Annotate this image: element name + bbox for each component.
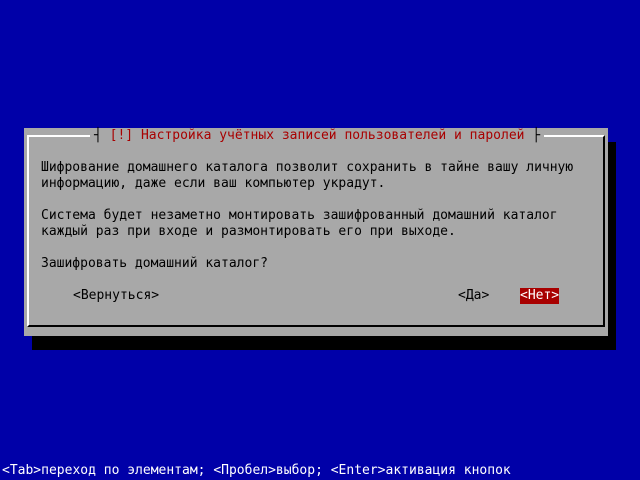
description-line-3: Система будет незаметно монтировать заши… xyxy=(41,208,558,223)
question-text: Зашифровать домашний каталог? xyxy=(41,256,268,271)
dialog-title: ┤ [!] Настройка учётных записей пользова… xyxy=(90,128,545,144)
description-line-4: каждый раз при входе и размонтировать ег… xyxy=(41,224,456,239)
yes-button[interactable]: <Да> xyxy=(458,288,489,304)
description-line-2: информацию, даже если ваш компьютер укра… xyxy=(41,176,386,191)
dialog-title-text: [!] Настройка учётных записей пользовате… xyxy=(109,128,525,143)
keyboard-help-line: <Tab>переход по элементам; <Пробел>выбор… xyxy=(2,463,511,478)
encrypt-home-dialog: ┤ [!] Настройка учётных записей пользова… xyxy=(24,128,608,336)
back-button[interactable]: <Вернуться> xyxy=(73,288,159,304)
description-line-1: Шифрование домашнего каталога позволит с… xyxy=(41,160,574,175)
no-button[interactable]: <Нет> xyxy=(520,288,560,304)
